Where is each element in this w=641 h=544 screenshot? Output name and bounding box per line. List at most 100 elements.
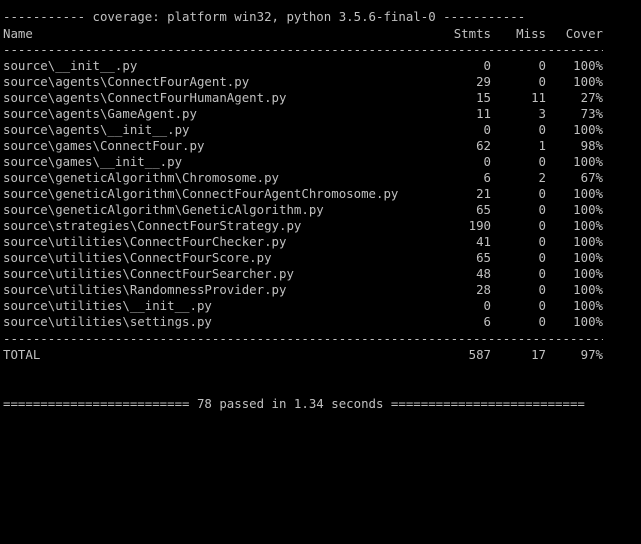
table-row: source\__init__.py 0 0 100% — [0, 58, 641, 74]
row-name: source\games\__init__.py — [3, 154, 183, 169]
row-cover: 100% — [573, 266, 603, 281]
row-miss: 2 — [538, 170, 546, 185]
row-miss: 0 — [538, 218, 546, 233]
total-separator: ----------------------------------------… — [3, 331, 603, 346]
row-miss: 0 — [538, 186, 546, 201]
header-miss: Miss — [516, 26, 546, 41]
table-row: source\agents\ConnectFourHumanAgent.py 1… — [0, 90, 641, 106]
header-separator: ----------------------------------------… — [3, 42, 603, 57]
row-stmts: 190 — [468, 218, 491, 233]
row-stmts: 28 — [476, 282, 491, 297]
row-cover: 100% — [573, 122, 603, 137]
row-stmts: 62 — [476, 138, 491, 153]
row-name: source\geneticAlgorithm\GeneticAlgorithm… — [3, 202, 324, 217]
terminal-window[interactable]: ----------- coverage: platform win32, py… — [0, 0, 641, 418]
table-row: source\utilities\ConnectFourChecker.py 4… — [0, 234, 641, 250]
row-stmts: 29 — [476, 74, 491, 89]
total-label: TOTAL — [3, 347, 41, 362]
row-name: source\utilities\settings.py — [3, 314, 212, 329]
row-stmts: 0 — [483, 58, 491, 73]
row-name: source\agents\__init__.py — [3, 122, 190, 137]
row-name: source\__init__.py — [3, 58, 138, 73]
row-name: source\utilities\ConnectFourScore.py — [3, 250, 272, 265]
row-name: source\utilities\ConnectFourSearcher.py — [3, 266, 294, 281]
row-cover: 98% — [580, 138, 603, 153]
row-stmts: 6 — [483, 170, 491, 185]
row-name: source\geneticAlgorithm\Chromosome.py — [3, 170, 280, 185]
row-stmts: 0 — [483, 298, 491, 313]
row-stmts: 41 — [476, 234, 491, 249]
row-cover: 73% — [580, 106, 603, 121]
total-stmts: 587 — [468, 347, 491, 362]
test-summary-line: ========================= 78 passed in 1… — [3, 396, 585, 411]
row-miss: 0 — [538, 314, 546, 329]
header-name: Name — [3, 26, 33, 41]
row-name: source\utilities\__init__.py — [3, 298, 212, 313]
column-headers: Name Stmts Miss Cover — [0, 26, 641, 42]
table-row: source\games\ConnectFour.py 62 1 98% — [0, 138, 641, 154]
row-cover: 100% — [573, 154, 603, 169]
total-cover: 97% — [580, 347, 603, 362]
row-name: source\agents\ConnectFourHumanAgent.py — [3, 90, 287, 105]
row-stmts: 65 — [476, 202, 491, 217]
row-cover: 100% — [573, 186, 603, 201]
table-row: source\agents\GameAgent.py 11 3 73% — [0, 106, 641, 122]
coverage-table: source\__init__.py 0 0 100% source\agent… — [0, 58, 641, 432]
header-cover: Cover — [565, 26, 603, 41]
row-miss: 1 — [538, 138, 546, 153]
row-cover: 67% — [580, 170, 603, 185]
table-row: source\utilities\RandomnessProvider.py 2… — [0, 282, 641, 298]
table-row: source\geneticAlgorithm\Chromosome.py 6 … — [0, 170, 641, 186]
row-cover: 100% — [573, 218, 603, 233]
row-cover: 100% — [573, 314, 603, 329]
row-miss: 0 — [538, 74, 546, 89]
row-cover: 100% — [573, 58, 603, 73]
row-stmts: 11 — [476, 106, 491, 121]
coverage-title-line: ----------- coverage: platform win32, py… — [3, 9, 526, 24]
row-cover: 100% — [573, 298, 603, 313]
row-stmts: 6 — [483, 314, 491, 329]
row-miss: 3 — [538, 106, 546, 121]
row-name: source\strategies\ConnectFourStrategy.py — [3, 218, 302, 233]
row-miss: 11 — [531, 90, 546, 105]
total-row: TOTAL 587 17 97% — [0, 347, 641, 363]
row-name: source\geneticAlgorithm\ConnectFourAgent… — [3, 186, 399, 201]
table-row: source\utilities\ConnectFourSearcher.py … — [0, 266, 641, 282]
total-miss: 17 — [531, 347, 546, 362]
row-cover: 100% — [573, 250, 603, 265]
row-stmts: 21 — [476, 186, 491, 201]
table-row: source\utilities\settings.py 6 0 100% — [0, 314, 641, 330]
table-row: source\geneticAlgorithm\GeneticAlgorithm… — [0, 202, 641, 218]
header-stmts: Stmts — [453, 26, 491, 41]
row-miss: 0 — [538, 154, 546, 169]
table-row: source\agents\ConnectFourAgent.py 29 0 1… — [0, 74, 641, 90]
row-name: source\agents\ConnectFourAgent.py — [3, 74, 250, 89]
row-stmts: 65 — [476, 250, 491, 265]
row-cover: 100% — [573, 202, 603, 217]
row-stmts: 48 — [476, 266, 491, 281]
row-cover: 100% — [573, 282, 603, 297]
row-miss: 0 — [538, 298, 546, 313]
row-miss: 0 — [538, 282, 546, 297]
row-cover: 100% — [573, 234, 603, 249]
row-name: source\agents\GameAgent.py — [3, 106, 197, 121]
row-stmts: 0 — [483, 122, 491, 137]
row-stmts: 0 — [483, 154, 491, 169]
row-name: source\utilities\RandomnessProvider.py — [3, 282, 287, 297]
table-row: source\utilities\__init__.py 0 0 100% — [0, 298, 641, 314]
table-row: source\agents\__init__.py 0 0 100% — [0, 122, 641, 138]
row-stmts: 15 — [476, 90, 491, 105]
row-miss: 0 — [538, 122, 546, 137]
row-name: source\utilities\ConnectFourChecker.py — [3, 234, 287, 249]
row-miss: 0 — [538, 234, 546, 249]
row-cover: 27% — [580, 90, 603, 105]
row-miss: 0 — [538, 266, 546, 281]
row-miss: 0 — [538, 250, 546, 265]
table-row: source\utilities\ConnectFourScore.py 65 … — [0, 250, 641, 266]
row-name: source\games\ConnectFour.py — [3, 138, 205, 153]
row-miss: 0 — [538, 58, 546, 73]
row-miss: 0 — [538, 202, 546, 217]
row-cover: 100% — [573, 74, 603, 89]
table-row: source\geneticAlgorithm\ConnectFourAgent… — [0, 186, 641, 202]
table-row: source\games\__init__.py 0 0 100% — [0, 154, 641, 170]
